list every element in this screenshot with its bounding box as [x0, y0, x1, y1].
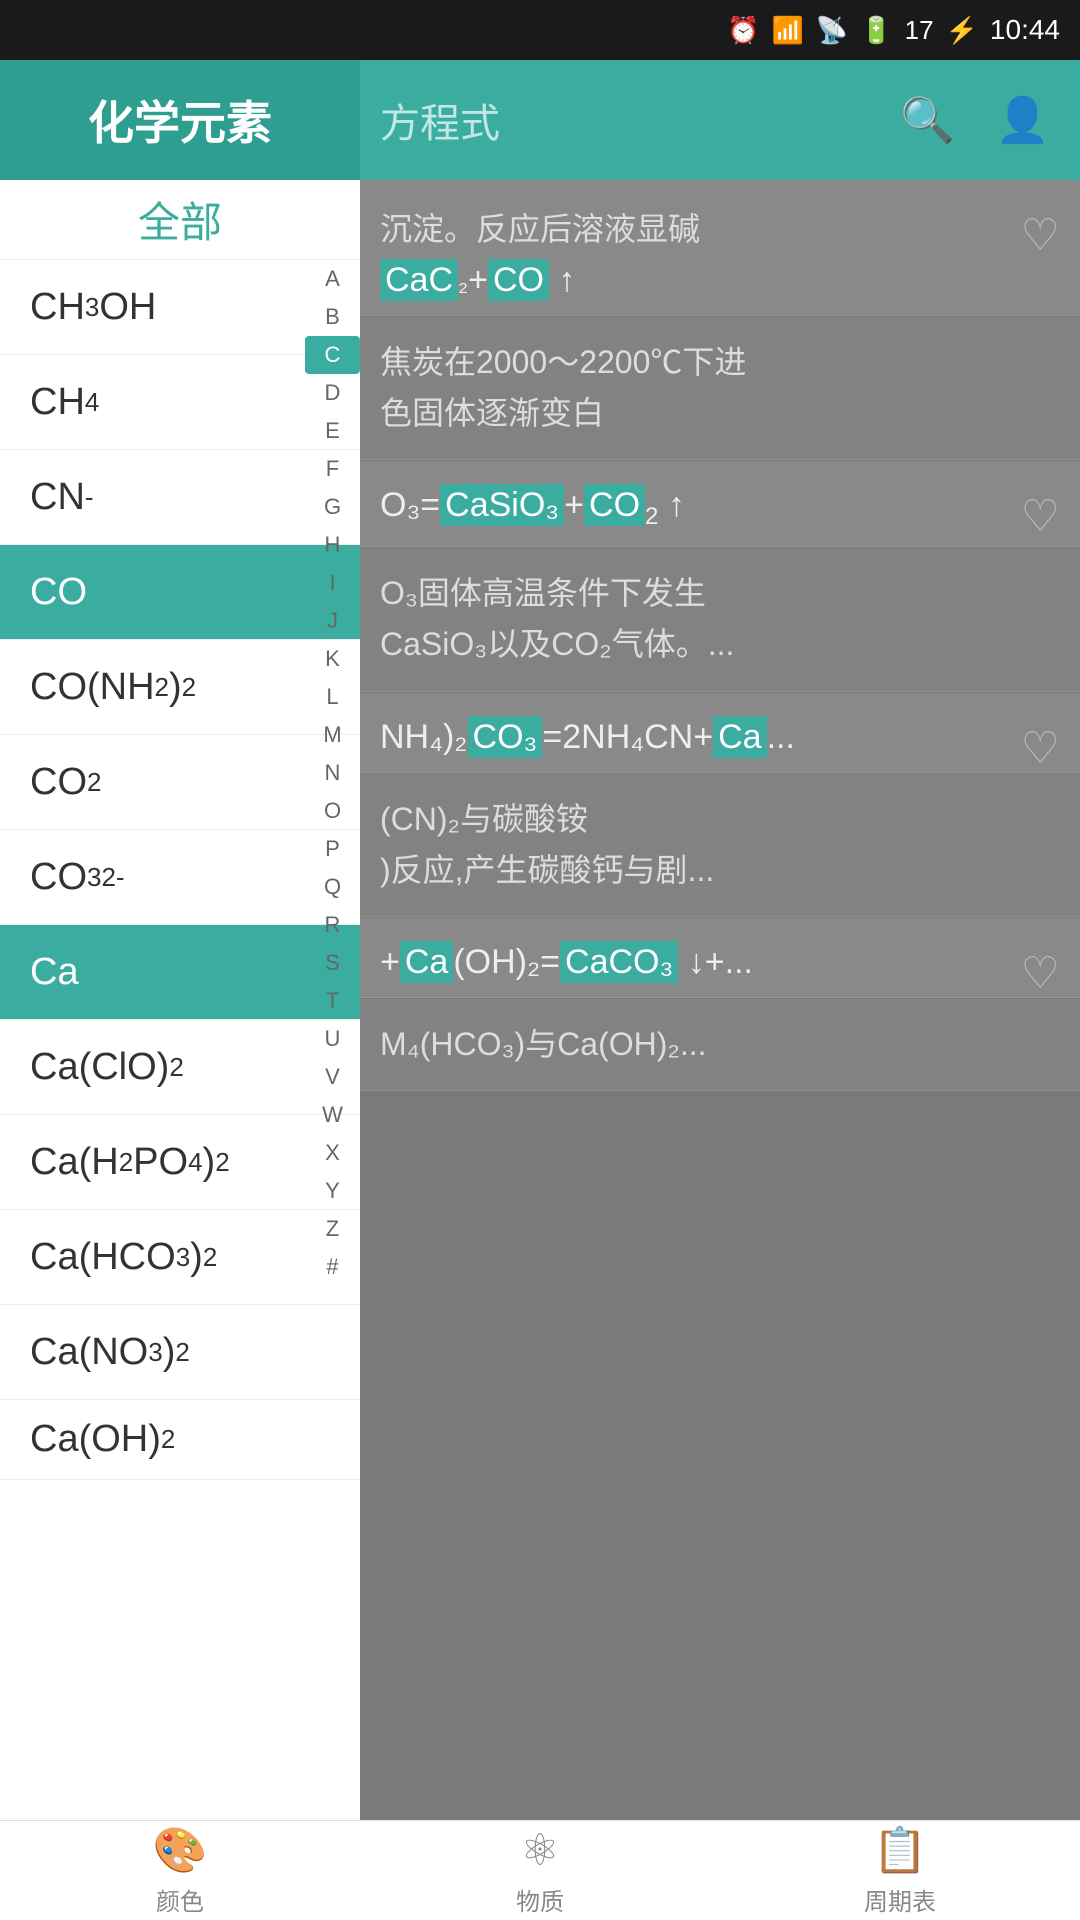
- alphabet-index: A B C D E F G H I J K L M N O P Q R S T …: [305, 180, 360, 1820]
- result-item-2[interactable]: 焦炭在2000～2200℃下进色固体逐渐变白: [360, 317, 1080, 460]
- alpha-P[interactable]: P: [305, 830, 360, 868]
- right-content: 沉淀。反应后溶液显碱 CaC₂+CO ↑ ♡ 焦炭在2000～2200℃下进色固…: [360, 180, 1080, 1820]
- result-item-8[interactable]: M₄(HCO₃)与Ca(OH)₂...: [360, 999, 1080, 1091]
- favorite-icon-5[interactable]: ♡: [1021, 723, 1060, 774]
- alpha-B[interactable]: B: [305, 298, 360, 336]
- bottom-nav: 🎨 颜色 ⚛ 物质 📋 周期表: [0, 1820, 1080, 1920]
- matter-icon: ⚛: [520, 1825, 559, 1876]
- result-item-1[interactable]: 沉淀。反应后溶液显碱 CaC₂+CO ↑ ♡: [360, 180, 1080, 316]
- matter-label: 物质: [516, 1882, 564, 1917]
- alpha-X[interactable]: X: [305, 1134, 360, 1172]
- alpha-A[interactable]: A: [305, 260, 360, 298]
- alpha-K[interactable]: K: [305, 640, 360, 678]
- sidebar: 全部 CH3OH CH4 CN- CO CO(NH2)2 CO2 CO32- C…: [0, 180, 360, 1820]
- alpha-C[interactable]: C: [305, 336, 360, 374]
- nav-item-matter[interactable]: ⚛ 物质: [360, 1821, 720, 1920]
- alpha-S[interactable]: S: [305, 944, 360, 982]
- color-label: 颜色: [156, 1882, 204, 1917]
- time-display: 10:44: [990, 14, 1060, 46]
- main-area: 全部 CH3OH CH4 CN- CO CO(NH2)2 CO2 CO32- C…: [0, 180, 1080, 1820]
- color-icon: 🎨: [153, 1824, 208, 1876]
- alpha-O[interactable]: O: [305, 792, 360, 830]
- nav-item-color[interactable]: 🎨 颜色: [0, 1821, 360, 1920]
- battery-level: 17: [905, 15, 934, 46]
- result-item-4[interactable]: O₃固体高温条件下发生CaSiO₃以及CO₂气体。...: [360, 548, 1080, 691]
- header-left: 化学元素: [0, 60, 360, 180]
- alpha-E[interactable]: E: [305, 412, 360, 450]
- status-bar: ⏰ 📶 📡 🔋 17 ⚡ 10:44: [0, 0, 1080, 60]
- favorite-icon-7[interactable]: ♡: [1021, 948, 1060, 999]
- header: 化学元素 方程式 🔍 👤: [0, 60, 1080, 180]
- wifi-icon: 📶: [772, 15, 804, 46]
- charging-icon: ⚡: [946, 15, 978, 46]
- alpha-J[interactable]: J: [305, 602, 360, 640]
- nav-item-periodic[interactable]: 📋 周期表: [720, 1821, 1080, 1920]
- alpha-F[interactable]: F: [305, 450, 360, 488]
- alpha-Y[interactable]: Y: [305, 1172, 360, 1210]
- profile-icon[interactable]: 👤: [995, 94, 1050, 146]
- alpha-V[interactable]: V: [305, 1058, 360, 1096]
- alpha-D[interactable]: D: [305, 374, 360, 412]
- alpha-R[interactable]: R: [305, 906, 360, 944]
- battery-icon: 🔋: [860, 15, 892, 46]
- alpha-U[interactable]: U: [305, 1020, 360, 1058]
- result-item-3[interactable]: O₃=CaSiO₃+CO2 ↑ ♡: [360, 461, 1080, 547]
- alarm-icon: ⏰: [727, 15, 759, 46]
- favorite-icon-1[interactable]: ♡: [1021, 210, 1060, 261]
- alpha-Z[interactable]: Z: [305, 1210, 360, 1248]
- header-right: 方程式 🔍 👤: [360, 60, 1080, 180]
- result-item-6[interactable]: (CN)₂与碳酸铵)反应,产生碳酸钙与剧...: [360, 774, 1080, 917]
- all-label: 全部: [138, 189, 222, 250]
- app-title: 化学元素: [88, 87, 272, 153]
- nav-title: 方程式: [380, 91, 500, 149]
- alpha-L[interactable]: L: [305, 678, 360, 716]
- result-item-7[interactable]: +Ca(OH)₂=CaCO₃ ↓+... ♡: [360, 918, 1080, 998]
- header-icons: 🔍 👤: [900, 94, 1080, 146]
- alpha-H[interactable]: H: [305, 526, 360, 564]
- alpha-W[interactable]: W: [305, 1096, 360, 1134]
- alpha-Q[interactable]: Q: [305, 868, 360, 906]
- favorite-icon-3[interactable]: ♡: [1021, 491, 1060, 542]
- periodic-label: 周期表: [864, 1882, 936, 1917]
- search-icon[interactable]: 🔍: [900, 94, 955, 146]
- result-item-5[interactable]: NH₄)₂CO₃=2NH₄CN+Ca... ♡: [360, 693, 1080, 773]
- periodic-icon: 📋: [873, 1824, 928, 1876]
- alpha-hash[interactable]: #: [305, 1248, 360, 1286]
- alpha-T[interactable]: T: [305, 982, 360, 1020]
- alpha-G[interactable]: G: [305, 488, 360, 526]
- alpha-I[interactable]: I: [305, 564, 360, 602]
- signal-icon: 📡: [816, 15, 848, 46]
- alpha-N[interactable]: N: [305, 754, 360, 792]
- alpha-M[interactable]: M: [305, 716, 360, 754]
